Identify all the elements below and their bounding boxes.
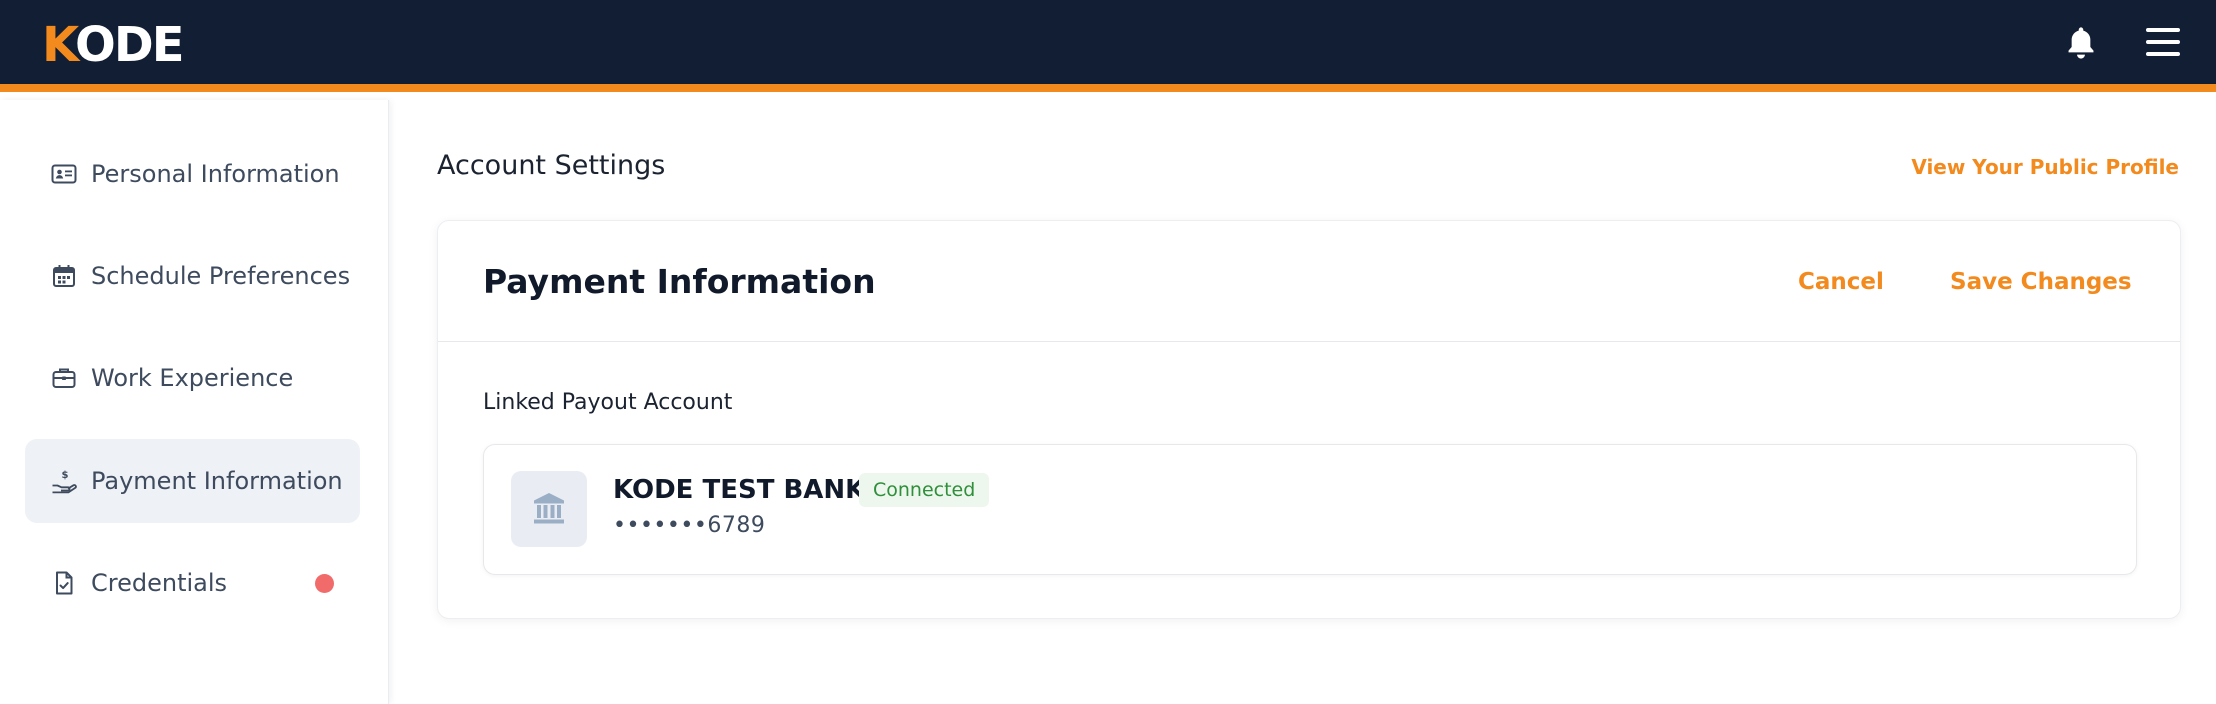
settings-sidebar: Personal Information Schedule Preference… [0,100,389,704]
top-navbar: KODE [0,0,2216,92]
logo-letters-ode: ODE [75,17,184,73]
sidebar-item-label: Schedule Preferences [91,262,351,290]
id-card-icon [51,164,77,184]
linked-account-item: KODE TEST BANK Connected •••••••6789 [483,444,2137,575]
save-changes-button[interactable]: Save Changes [1950,267,2132,297]
bank-icon [534,493,564,524]
linked-payout-account-label: Linked Payout Account [483,390,733,415]
sidebar-item-label: Credentials [91,569,228,597]
cancel-button[interactable]: Cancel [1798,267,1884,297]
calendar-icon [53,265,75,287]
card-title: Payment Information [483,262,876,301]
sidebar-item-schedule-preferences[interactable]: Schedule Preferences [25,234,360,318]
masked-account-number: •••••••6789 [613,513,766,538]
card-header: Payment Information Cancel Save Changes [438,221,2180,342]
kode-logo[interactable]: KODE [42,17,184,73]
page-title: Account Settings [437,150,666,181]
payment-information-card: Payment Information Cancel Save Changes … [437,220,2181,619]
view-public-profile-link[interactable]: View Your Public Profile [1911,154,2179,180]
hamburger-menu-icon[interactable] [2146,26,2180,58]
sidebar-item-label: Personal Information [91,160,340,188]
status-badge: Connected [859,473,990,507]
logo-letter-k: K [42,17,77,73]
sidebar-item-label: Payment Information [91,467,343,495]
bank-name: KODE TEST BANK [613,475,866,505]
document-check-icon [56,571,73,595]
bank-icon-container [511,471,587,547]
hand-dollar-icon: $ [52,470,77,494]
sidebar-item-payment-information[interactable]: $ Payment Information [25,439,360,523]
sidebar-item-personal-information[interactable]: Personal Information [25,132,360,216]
sidebar-item-credentials[interactable]: Credentials [25,541,360,625]
svg-text:$: $ [62,470,69,481]
sidebar-item-label: Work Experience [91,364,294,392]
credentials-alert-dot [315,574,334,593]
sidebar-item-work-experience[interactable]: Work Experience [25,336,360,420]
bell-icon[interactable] [2064,24,2098,62]
briefcase-icon [52,368,76,388]
